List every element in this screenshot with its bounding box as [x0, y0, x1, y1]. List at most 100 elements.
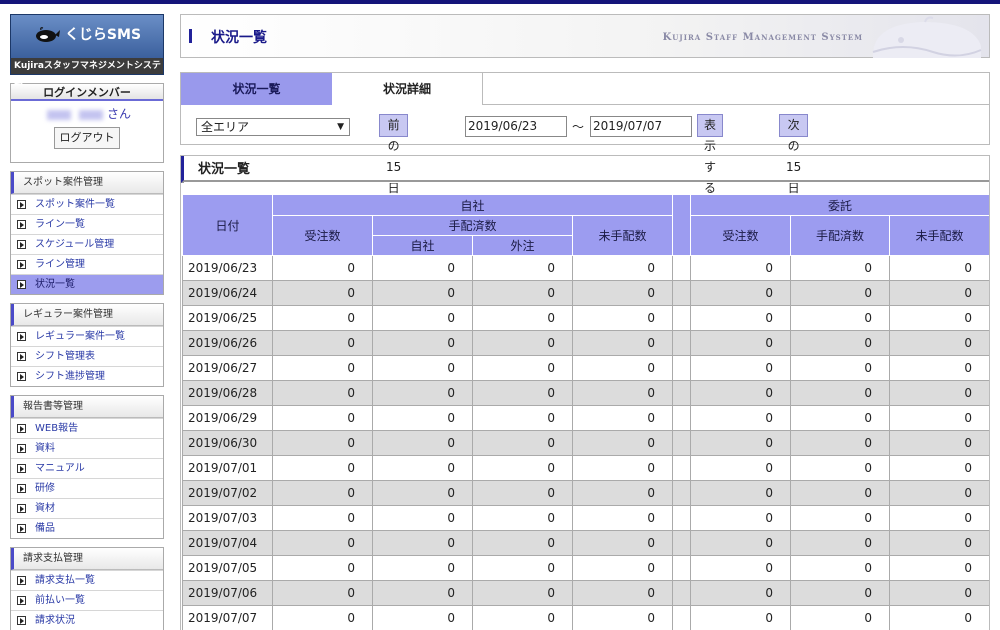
count-cell: 0 [889, 280, 989, 306]
login-panel: ログインメンバー さん ログアウト [10, 83, 164, 163]
table-row: 2019/07/03 0 0 0 0 0 0 0 [182, 505, 989, 531]
menu-group-title: レギュラー案件管理 [11, 304, 163, 326]
count-cell: 0 [571, 505, 674, 531]
count-cell: 0 [889, 480, 989, 506]
prev-15-days-button[interactable]: 前の15日 [379, 114, 409, 195]
filter-panel: 状況一覧 状況詳細 全エリア ▼ 前の15日 2019/06/23 ～ 2019… [180, 72, 990, 195]
sidebar-item[interactable]: スポット案件一覧 [11, 194, 163, 214]
count-cell: 0 [472, 405, 573, 431]
gap-cell [672, 305, 692, 331]
sidebar-item[interactable]: 備品 [11, 518, 163, 538]
count-cell: 0 [571, 255, 674, 281]
count-cell: 0 [790, 330, 891, 356]
tab-status-detail[interactable]: 状況詳細 [332, 73, 483, 105]
count-cell: 0 [372, 580, 473, 606]
arrow-right-icon [17, 523, 26, 533]
count-cell: 0 [790, 455, 891, 481]
sidebar-item[interactable]: シフト進捗管理 [11, 366, 163, 386]
sidebar-item[interactable]: スケジュール管理 [11, 234, 163, 254]
arrow-right-icon [17, 443, 26, 453]
next-15-days-button[interactable]: 次の15日 [779, 114, 809, 195]
redacted-name [78, 109, 103, 120]
count-cell: 0 [889, 605, 989, 630]
count-cell: 0 [790, 530, 891, 556]
count-cell: 0 [571, 455, 674, 481]
sidebar-item-label: 請求状況 [35, 615, 75, 626]
header-arranged-outside: 外注 [472, 235, 573, 256]
header-out-arranged: 手配済数 [790, 215, 891, 256]
count-cell: 0 [272, 480, 373, 506]
table-row: 2019/06/27 0 0 0 0 0 0 0 [182, 355, 989, 381]
count-cell: 0 [790, 405, 891, 431]
count-cell: 0 [571, 530, 674, 556]
date-cell: 2019/06/29 [182, 405, 273, 431]
table-row: 2019/07/01 0 0 0 0 0 0 0 [182, 455, 989, 481]
tab-bar: 状況一覧 状況詳細 [181, 73, 989, 105]
count-cell: 0 [272, 255, 373, 281]
sidebar-item[interactable]: 状況一覧 [11, 274, 163, 294]
count-cell: 0 [790, 505, 891, 531]
sidebar-item-label: 請求支払一覧 [35, 575, 95, 586]
date-cell: 2019/07/01 [182, 455, 273, 481]
sidebar-item[interactable]: WEB報告 [11, 418, 163, 438]
arrow-right-icon [17, 331, 26, 341]
table-row: 2019/07/07 0 0 0 0 0 0 0 [182, 605, 989, 630]
count-cell: 0 [571, 605, 674, 630]
count-cell: 0 [372, 555, 473, 581]
sidebar-item-label: シフト進捗管理 [35, 371, 105, 382]
count-cell: 0 [571, 405, 674, 431]
header-own-unarranged: 未手配数 [571, 215, 674, 256]
table-row: 2019/06/23 0 0 0 0 0 0 0 [182, 255, 989, 281]
sidebar-item[interactable]: 資材 [11, 498, 163, 518]
count-cell: 0 [472, 305, 573, 331]
gap-cell [672, 605, 692, 630]
count-cell: 0 [472, 530, 573, 556]
gap-cell [672, 580, 692, 606]
app-logo[interactable]: くじらSMS Kujiraスタッフマネジメントシステム [10, 14, 164, 87]
date-cell: 2019/06/25 [182, 305, 273, 331]
logo-subtitle: Kujiraスタッフマネジメントシステム [11, 58, 163, 87]
count-cell: 0 [372, 480, 473, 506]
count-cell: 0 [272, 405, 373, 431]
sidebar-item-label: 状況一覧 [35, 279, 75, 290]
sidebar-item[interactable]: 請求支払一覧 [11, 570, 163, 590]
count-cell: 0 [889, 430, 989, 456]
area-select[interactable]: 全エリア ▼ [196, 118, 350, 136]
count-cell: 0 [372, 505, 473, 531]
sidebar-item-label: WEB報告 [35, 423, 79, 434]
status-table-body: 2019/06/23 0 0 0 0 0 0 0 2019/06/24 0 0 0 0 0 0 0 2019/0… [182, 255, 989, 630]
date-to-input[interactable]: 2019/07/07 [590, 116, 692, 137]
count-cell: 0 [272, 555, 373, 581]
date-cell: 2019/06/28 [182, 380, 273, 406]
sidebar-item[interactable]: マニュアル [11, 458, 163, 478]
table-row: 2019/06/29 0 0 0 0 0 0 0 [182, 405, 989, 431]
arrow-right-icon [17, 279, 26, 289]
sidebar-item[interactable]: 資料 [11, 438, 163, 458]
sidebar-item[interactable]: シフト管理表 [11, 346, 163, 366]
count-cell: 0 [889, 580, 989, 606]
count-cell: 0 [472, 605, 573, 630]
count-cell: 0 [472, 455, 573, 481]
table-row: 2019/06/26 0 0 0 0 0 0 0 [182, 330, 989, 356]
sidebar: くじらSMS Kujiraスタッフマネジメントシステム ログインメンバー さん … [10, 14, 164, 630]
count-cell: 0 [690, 405, 792, 431]
count-cell: 0 [889, 255, 989, 281]
arrow-right-icon [17, 463, 26, 473]
sidebar-item[interactable]: ライン管理 [11, 254, 163, 274]
count-cell: 0 [472, 480, 573, 506]
sidebar-item[interactable]: ライン一覧 [11, 214, 163, 234]
sidebar-item[interactable]: 前払い一覧 [11, 590, 163, 610]
logout-button[interactable]: ログアウト [54, 127, 120, 149]
tab-status-list[interactable]: 状況一覧 [181, 73, 332, 105]
count-cell: 0 [272, 305, 373, 331]
sidebar-item[interactable]: 研修 [11, 478, 163, 498]
count-cell: 0 [472, 330, 573, 356]
count-cell: 0 [790, 355, 891, 381]
date-from-input[interactable]: 2019/06/23 [465, 116, 567, 137]
sidebar-item[interactable]: 請求状況 [11, 610, 163, 630]
sidebar-item[interactable]: レギュラー案件一覧 [11, 326, 163, 346]
count-cell: 0 [571, 280, 674, 306]
show-button[interactable]: 表示する [697, 114, 724, 195]
menu-group: レギュラー案件管理 レギュラー案件一覧 シフト管理表シフト進捗管理 [10, 303, 164, 387]
count-cell: 0 [472, 380, 573, 406]
